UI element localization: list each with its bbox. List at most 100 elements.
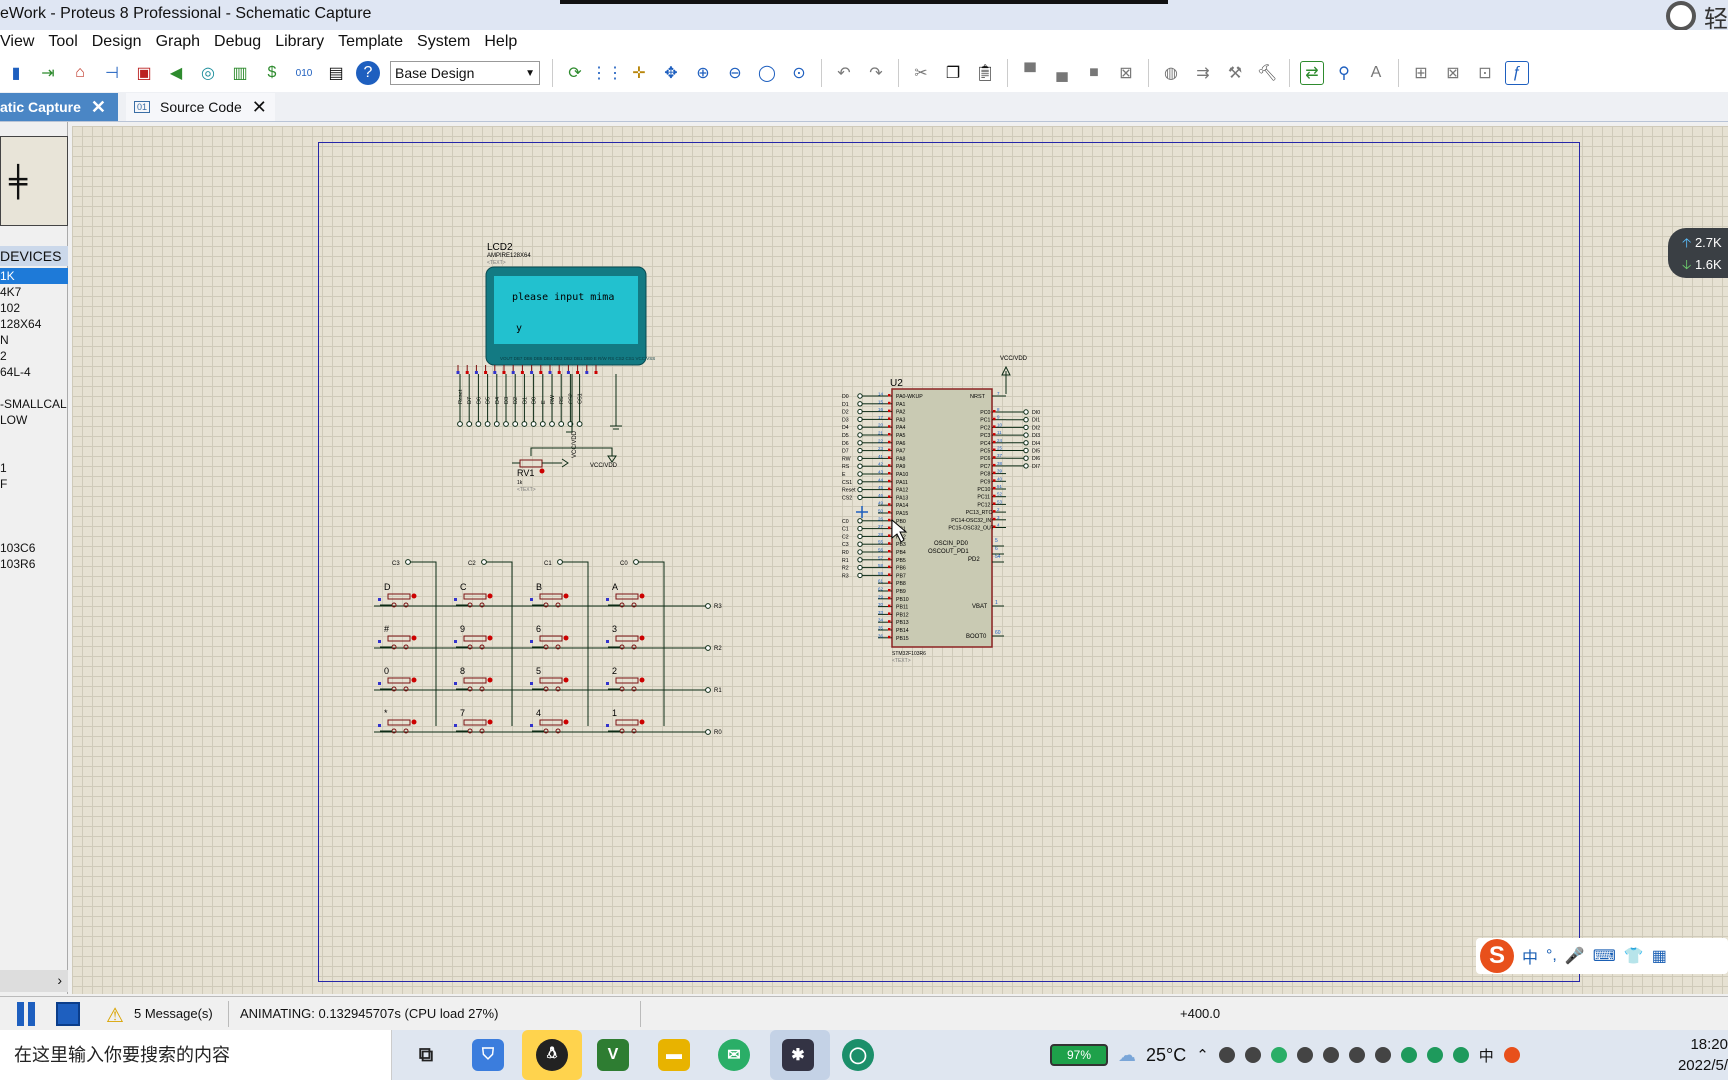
menu-template[interactable]: Template [331, 30, 410, 54]
cost-icon[interactable]: $ [260, 61, 284, 85]
warning-icon[interactable]: ⚠ [106, 1003, 124, 1028]
menu-tool[interactable]: Tool [41, 30, 84, 54]
block-delete-icon[interactable]: ⊠ [1114, 61, 1138, 85]
recorder-app-icon[interactable]: ◯ [842, 1039, 874, 1071]
schematic-icon[interactable]: ⊣ [100, 61, 124, 85]
device-item[interactable] [0, 508, 68, 524]
device-item[interactable]: 2 [0, 348, 68, 364]
stop-simulation-button[interactable] [56, 1002, 80, 1026]
wire-autorouter-icon[interactable]: ⇄ [1300, 61, 1324, 85]
temperature[interactable]: 25°C [1146, 1045, 1186, 1066]
property-tool-icon[interactable]: A [1364, 61, 1388, 85]
weather-cloud-icon[interactable]: ☁ [1118, 1045, 1136, 1066]
pause-simulation-button[interactable] [14, 1002, 38, 1026]
close-icon[interactable]: ✕ [252, 98, 267, 116]
tray-qq-icon[interactable] [1374, 1047, 1391, 1063]
new-sheet-icon[interactable]: ⊞ [1409, 61, 1433, 85]
bom-icon[interactable]: ▥ [228, 61, 252, 85]
tray-sogou-icon[interactable] [1503, 1047, 1520, 1063]
redo-icon[interactable]: ↷ [864, 61, 888, 85]
device-item[interactable]: 128X64 [0, 316, 68, 332]
tray-qq-icon[interactable] [1348, 1047, 1365, 1063]
chevron-up-icon[interactable]: ⌃ [1196, 1046, 1209, 1064]
tray-app-icon[interactable] [1426, 1047, 1443, 1063]
tray-app-icon[interactable] [1400, 1047, 1417, 1063]
device-item[interactable]: LOW [0, 412, 68, 428]
battery-indicator[interactable]: 97% [1050, 1044, 1108, 1066]
netlist-icon[interactable]: ƒ [1505, 61, 1529, 85]
sogou-logo-icon[interactable]: S [1480, 939, 1514, 973]
pick-device-icon[interactable]: ◍ [1159, 61, 1183, 85]
wechat-app-icon[interactable]: ✉ [718, 1039, 750, 1071]
origin-icon[interactable]: ✛ [627, 61, 651, 85]
package-tool-icon[interactable]: ⚒ [1223, 61, 1247, 85]
help-icon[interactable]: ? [356, 61, 380, 85]
tray-app-icon[interactable] [1270, 1047, 1287, 1063]
tray-qq-icon[interactable] [1322, 1047, 1339, 1063]
tray-ime-lang[interactable]: 中 [1479, 1045, 1494, 1066]
menu-library[interactable]: Library [268, 30, 331, 54]
notes-icon[interactable]: ▤ [324, 61, 348, 85]
tab-schematic-capture[interactable]: atic Capture ✕ [0, 93, 118, 121]
import-icon[interactable]: ⇥ [36, 61, 60, 85]
exit-to-parent-icon[interactable]: ⊡ [1473, 61, 1497, 85]
gerber-icon[interactable]: ◎ [196, 61, 220, 85]
block-move-icon[interactable]: ▄ [1050, 61, 1074, 85]
grid-icon[interactable]: ⋮⋮ [591, 61, 623, 85]
zoom-area-icon[interactable]: ⊙ [787, 61, 811, 85]
source-code-icon[interactable]: 010 [292, 61, 316, 85]
block-rotate-icon[interactable]: ■ [1082, 61, 1106, 85]
decompose-icon[interactable]: 🔨︎ [1255, 61, 1279, 85]
menu-help[interactable]: Help [477, 30, 524, 54]
security-app-icon[interactable]: ⛉ [472, 1039, 504, 1071]
ime-lang[interactable]: 中 [1522, 944, 1538, 968]
keypad-matrix[interactable]: C3 C2 C1 C0 R3 R2 R1 R0 D C B A # 9 6 3 0 8 5 2 * 7 4 1 [374, 559, 722, 736]
tray-app-icon[interactable] [1218, 1047, 1235, 1063]
make-device-icon[interactable]: ⇉ [1191, 61, 1215, 85]
block-copy-icon[interactable]: ▀ [1018, 61, 1042, 85]
menu-design[interactable]: Design [85, 30, 149, 54]
device-item[interactable]: 103C6 [0, 540, 68, 556]
grid-menu-icon[interactable]: ▦ [1652, 946, 1667, 966]
menu-debug[interactable]: Debug [207, 30, 268, 54]
file-explorer-icon[interactable]: ▬ [658, 1039, 690, 1071]
refresh-icon[interactable]: ⟳ [563, 61, 587, 85]
close-icon[interactable]: ✕ [91, 98, 106, 116]
cut-icon[interactable]: ✂ [909, 61, 933, 85]
tab-source-code[interactable]: 01 Source Code ✕ [126, 93, 275, 121]
tray-qq-icon[interactable] [1296, 1047, 1313, 1063]
tray-app-icon[interactable] [1452, 1047, 1469, 1063]
copy-icon[interactable]: ❐ [941, 61, 965, 85]
zoom-all-icon[interactable]: ◯ [755, 61, 779, 85]
device-item[interactable] [0, 524, 68, 540]
mic-icon[interactable]: 🎤 [1565, 946, 1585, 966]
record-ring-icon[interactable] [1666, 1, 1696, 31]
device-item[interactable]: 4K7 [0, 284, 68, 300]
save-icon[interactable]: ▮ [4, 61, 28, 85]
device-item[interactable]: 1 [0, 460, 68, 476]
menu-view[interactable]: View [0, 30, 41, 54]
menu-system[interactable]: System [410, 30, 477, 54]
design-variant-select[interactable]: Base Design ▼ [390, 61, 540, 85]
chevron-right-icon[interactable]: › [57, 972, 62, 988]
device-item[interactable] [0, 444, 68, 460]
pan-icon[interactable]: ✥ [659, 61, 683, 85]
task-view-icon[interactable]: ⧉ [410, 1039, 442, 1071]
tray-app-icon[interactable] [1244, 1047, 1261, 1063]
device-item[interactable]: F [0, 476, 68, 492]
undo-icon[interactable]: ↶ [832, 61, 856, 85]
home-icon[interactable]: ⌂ [68, 61, 92, 85]
potentiometer-rv1[interactable]: RV1 1k <TEXT> VCC/VDD VCC/VDD [512, 430, 618, 493]
schematic-canvas[interactable]: LCD2 AMPIRE128X64 <TEXT> please input mi… [72, 126, 1728, 994]
lcd-component[interactable]: LCD2 AMPIRE128X64 <TEXT> please input mi… [456, 242, 656, 433]
device-item[interactable]: 64L-4 [0, 364, 68, 380]
v5-app-icon[interactable]: V [597, 1039, 629, 1071]
device-item[interactable] [0, 380, 68, 396]
zoom-in-icon[interactable]: ⊕ [691, 61, 715, 85]
devices-scrollbar[interactable]: › [0, 970, 68, 992]
pcb-icon[interactable]: ▣ [132, 61, 156, 85]
paste-icon[interactable]: 📋︎ [973, 61, 997, 85]
skin-icon[interactable]: 👕 [1624, 946, 1644, 966]
ime-punct[interactable]: °, [1546, 947, 1557, 965]
device-item[interactable]: N [0, 332, 68, 348]
